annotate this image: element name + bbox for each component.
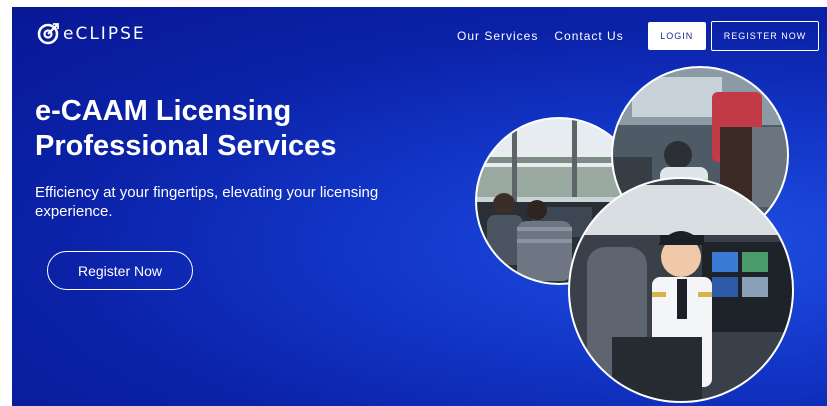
hero-section: eCLIPSE Our Services Contact Us LOGIN RE…	[12, 7, 827, 406]
photo-collage	[475, 66, 794, 403]
